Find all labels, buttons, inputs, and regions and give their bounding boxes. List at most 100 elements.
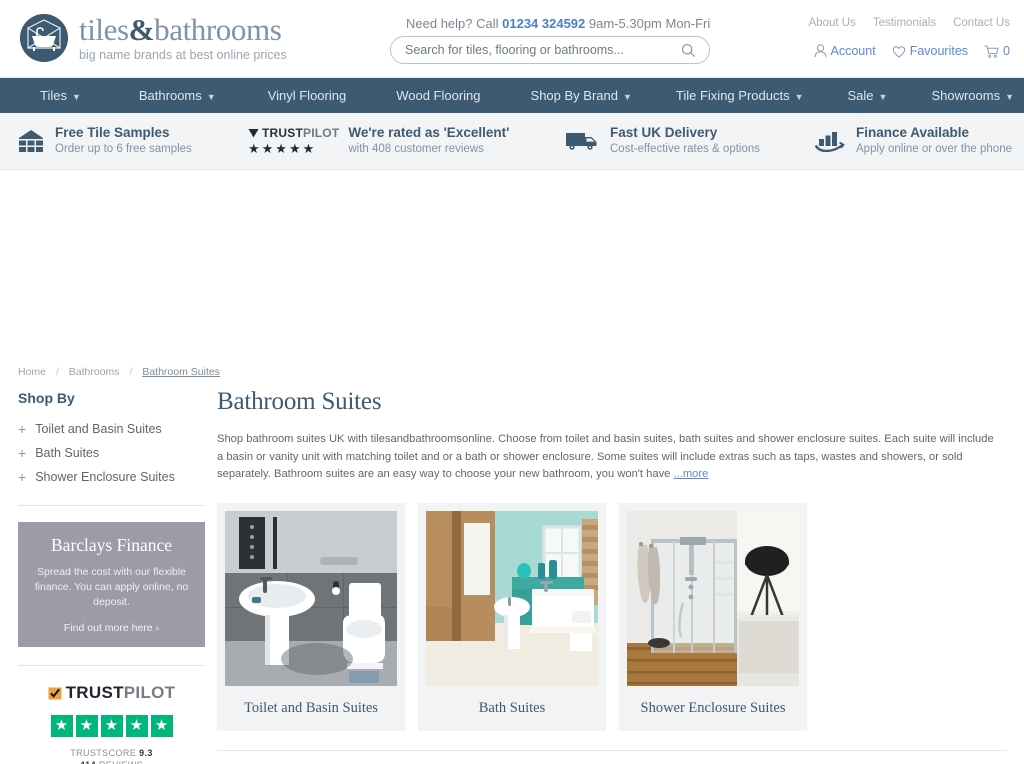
category-card-toilet-and-basin-suites[interactable]: Toilet and Basin Suites <box>217 502 405 731</box>
usp-free-tile-samples[interactable]: Free Tile Samples Order up to 6 free sam… <box>18 125 192 157</box>
trustpilot-brand-1: TRUST <box>65 683 124 702</box>
filter-label: Toilet and Basin Suites <box>35 422 162 436</box>
site-header: tiles&bathrooms big name brands at best … <box>0 0 1024 78</box>
cart-link[interactable]: 0 <box>984 44 1010 58</box>
read-more-link[interactable]: ...more <box>674 468 709 480</box>
usp-fast-uk-delivery[interactable]: Fast UK Delivery Cost-effective rates & … <box>565 125 760 157</box>
usp-trustpilot-rating[interactable]: TRUSTPILOT ★★★★★ We're rated as 'Excelle… <box>248 125 509 157</box>
nav-item-vinyl-flooring[interactable]: Vinyl Flooring <box>268 88 347 103</box>
nav-label: Tile Fixing Products <box>675 88 790 103</box>
trustpilot-widget[interactable]: TRUSTPILOT ★ ★ ★ ★ ★ TRUSTSCORE 9.3 414 … <box>18 683 205 764</box>
help-phone-number[interactable]: 01234 324592 <box>502 16 585 31</box>
delivery-van-icon <box>566 133 597 150</box>
nav-item-bathrooms[interactable]: Bathrooms ▼ <box>139 88 216 103</box>
page-title: Bathroom Suites <box>217 388 382 415</box>
finance-hand-icon <box>815 132 845 152</box>
logo-tagline: big name brands at best online prices <box>79 48 287 62</box>
trustpilot-star-icon <box>248 129 259 138</box>
nav-label: Sale <box>847 88 874 103</box>
trustscore-value: 9.3 <box>139 747 153 758</box>
category-label: Toilet and Basin Suites <box>244 699 378 716</box>
star-icon: ★ <box>50 714 73 737</box>
trustpilot-wordmark: TRUSTPILOT <box>262 126 339 140</box>
link-contact-us[interactable]: Contact Us <box>953 17 1010 29</box>
heart-icon <box>892 45 905 58</box>
trustpilot-stars: ★★★★★ <box>248 140 317 156</box>
account-link[interactable]: Account <box>814 44 876 58</box>
reviews-count-value: 414 <box>80 760 96 764</box>
main-navigation: Tiles ▼ Bathrooms ▼ Vinyl Flooring Wood Fl… <box>0 78 1024 113</box>
category-image-toilet-basin <box>225 510 397 686</box>
category-card-bath-suites[interactable]: Bath Suites <box>418 502 606 731</box>
usp-subtitle: Apply online or over the phone <box>856 142 1012 155</box>
nav-label: Shop By Brand <box>530 88 618 103</box>
plus-icon: + <box>18 445 27 461</box>
trustpilot-star-rating: ★ ★ ★ ★ ★ <box>18 714 205 737</box>
reviews-count-label: REVIEWS <box>96 760 143 764</box>
filter-label: Shower Enclosure Suites <box>35 470 175 484</box>
breadcrumb: Home / Bathrooms / Bathroom Suites <box>18 366 220 378</box>
logo-ampersand: & <box>128 12 155 47</box>
breadcrumb-home[interactable]: Home <box>18 366 46 378</box>
category-label: Shower Enclosure Suites <box>640 699 786 716</box>
category-card-grid: Toilet and Basin Suites Bath Suites Show… <box>217 502 1007 731</box>
link-testimonials[interactable]: Testimonials <box>873 17 936 29</box>
usp-subtitle: Order up to 6 free samples <box>55 142 192 155</box>
breadcrumb-separator: / <box>129 366 133 378</box>
bathtub-circle-logo-icon <box>20 14 68 62</box>
logo-wordmark: tiles&bathrooms <box>79 14 287 45</box>
logo-bathrooms: bathrooms <box>154 12 282 47</box>
trustscore-label: TRUSTSCORE <box>70 747 140 758</box>
usp-title: We're rated as 'Excellent' <box>348 125 510 141</box>
help-line: Need help? Call 01234 324592 9am-5.30pm … <box>406 16 710 31</box>
filter-bath-suites[interactable]: + Bath Suites <box>18 441 205 465</box>
filter-toilet-and-basin-suites[interactable]: + Toilet and Basin Suites <box>18 417 205 441</box>
page-description: Shop bathroom suites UK with tilesandbat… <box>217 431 1001 484</box>
chevron-down-icon: ▼ <box>1005 91 1015 102</box>
filter-shower-enclosure-suites[interactable]: + Shower Enclosure Suites <box>18 465 205 489</box>
star-icon: ★ <box>125 714 148 737</box>
breadcrumb-bathrooms[interactable]: Bathrooms <box>69 366 120 378</box>
search-input[interactable] <box>391 37 661 63</box>
link-about-us[interactable]: About Us <box>809 17 856 29</box>
usp-title: Free Tile Samples <box>55 125 170 141</box>
category-image-shower-enclosure <box>627 510 799 686</box>
usp-subtitle: with 408 customer reviews <box>348 142 484 155</box>
search-icon[interactable] <box>681 43 696 58</box>
trustpilot-logo: TRUSTPILOT <box>248 126 339 140</box>
category-card-shower-enclosure-suites[interactable]: Shower Enclosure Suites <box>619 502 807 731</box>
trustpilot-logo: TRUSTPILOT <box>48 683 176 703</box>
nav-item-tiles[interactable]: Tiles ▼ <box>40 88 81 103</box>
account-row: Account Favourites 0 <box>814 44 1010 58</box>
plus-icon: + <box>18 469 27 485</box>
category-image-bath-suite <box>426 510 598 686</box>
sidebar: Shop By + Toilet and Basin Suites + Bath… <box>18 390 205 764</box>
sidebar-divider <box>18 665 205 666</box>
star-icon: ★ <box>75 714 98 737</box>
nav-label: Wood Flooring <box>396 88 481 103</box>
trustpilot-checkstar-icon <box>48 687 62 699</box>
nav-item-showrooms[interactable]: Showrooms ▼ <box>931 88 1014 103</box>
breadcrumb-current: Bathroom Suites <box>142 366 220 378</box>
chevron-down-icon: ▼ <box>878 91 888 102</box>
nav-label: Tiles <box>40 88 67 103</box>
shop-by-title: Shop By <box>18 390 75 406</box>
usp-finance-available[interactable]: Finance Available Apply online or over t… <box>815 125 1012 157</box>
trustscore-line: TRUSTSCORE 9.3 <box>18 748 205 758</box>
cart-count: 0 <box>1003 44 1010 58</box>
usp-title: Finance Available <box>856 125 970 141</box>
barclays-finance-promo[interactable]: Barclays Finance Spread the cost with ou… <box>18 522 205 647</box>
favourites-link[interactable]: Favourites <box>892 44 968 58</box>
nav-label: Bathrooms <box>138 88 202 103</box>
trustpilot-wordmark: TRUSTPILOT <box>66 683 176 703</box>
nav-item-sale[interactable]: Sale ▼ <box>848 88 888 103</box>
search-bar[interactable] <box>390 36 710 64</box>
logo-tiles: tiles <box>79 12 129 47</box>
nav-item-tile-fixing-products[interactable]: Tile Fixing Products ▼ <box>676 88 804 103</box>
nav-item-wood-flooring[interactable]: Wood Flooring <box>396 88 480 103</box>
barclays-cta-link[interactable]: Find out more here › <box>64 622 159 634</box>
page-description-text: Shop bathroom suites UK with tilesandbat… <box>217 433 994 481</box>
usp-title: Fast UK Delivery <box>610 125 718 141</box>
site-logo[interactable]: tiles&bathrooms big name brands at best … <box>20 14 287 62</box>
nav-item-shop-by-brand[interactable]: Shop By Brand ▼ <box>531 88 632 103</box>
